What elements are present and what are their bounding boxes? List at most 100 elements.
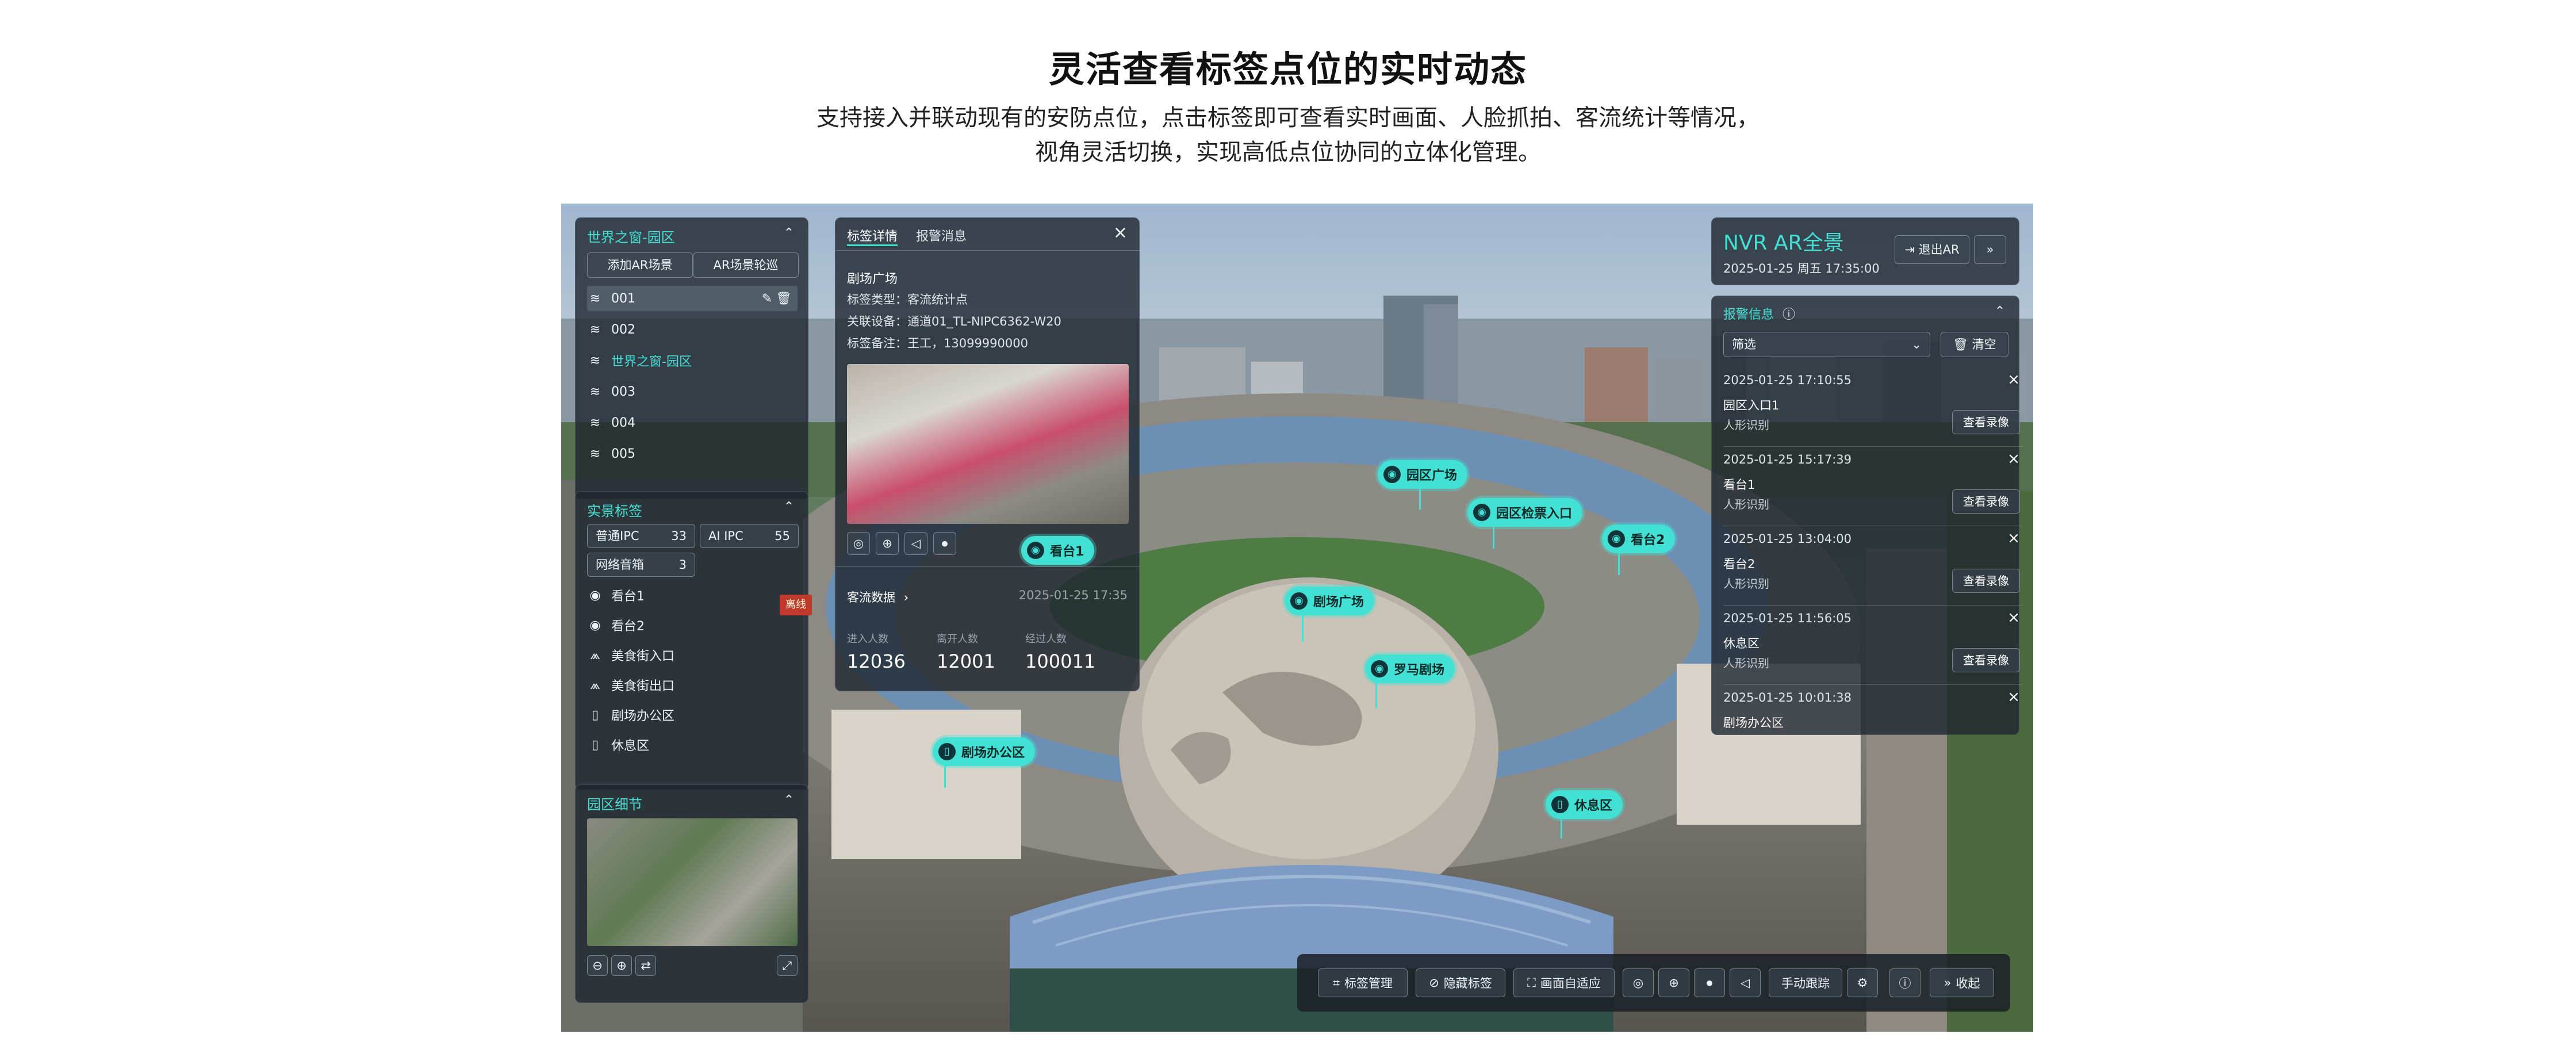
flow-data-title[interactable]: 客流数据 › [847,588,908,606]
alarm-time: 2025-01-25 17:10:55 [1723,373,1852,387]
location-pin-icon: ◉ [1027,542,1044,559]
view-recording-button[interactable]: 查看录像 [1952,569,2020,593]
zoom-out-icon[interactable]: ⊖ [587,955,608,976]
location-pin-icon: ◉ [589,618,601,633]
alarm-item[interactable]: 2025-01-25 13:04:00 看台2 人形识别 × 查看录像 [1723,526,2022,606]
add-ar-scene-button[interactable]: 添加AR场景 [587,252,693,278]
marker-yuanqu-jianpiao[interactable]: ◉ 园区检票入口 [1467,498,1583,527]
volume-button[interactable]: ◁ [1730,968,1761,997]
hide-tags-button[interactable]: ⊘ 隐藏标签 [1416,968,1505,997]
tag-item[interactable]: ▯ 休息区 [587,732,649,757]
zoom-in-icon[interactable]: ⊕ [611,955,632,976]
alarm-item[interactable]: 2025-01-25 11:56:05 休息区 人形识别 × 查看录像 [1723,606,2022,685]
stat-normal-ipc[interactable]: 普通IPC 33 [587,524,695,548]
swap-icon[interactable]: ⇄ [635,955,656,976]
gear-icon: ⚙ [1857,976,1868,990]
scene-item[interactable]: ≋ 005 [587,441,635,466]
tag-item[interactable]: ⩕ 美食街出口 [587,672,674,698]
marker-yuanqu-guangchang[interactable]: ◉ 园区广场 [1378,460,1468,489]
scene-item[interactable]: ≋ 003 [587,379,635,404]
close-icon[interactable]: × [1113,223,1128,243]
exit-ar-button[interactable]: ⇥ 退出AR [1895,235,1969,264]
scene-item[interactable]: ≋ 001 ✎ 🗑 [587,286,798,311]
chevron-up-icon[interactable]: ⌃ [781,226,796,241]
view-recording-button[interactable]: 查看录像 [1952,489,2020,514]
chevron-up-icon[interactable]: ⌃ [781,793,796,808]
clear-button[interactable]: 🗑 清空 [1941,332,2008,357]
ar-panorama-view[interactable]: 世界之窗-园区 ⌃ 添加AR场景 AR场景轮巡 ≋ 001 ✎ 🗑 ≋ 002 … [561,204,2033,1032]
marker-kantai2[interactable]: ◉ 看台2 [1602,524,1676,553]
edit-icon[interactable]: ✎ [762,292,772,306]
close-icon[interactable]: × [2007,450,2020,468]
snapshot-icon[interactable]: ◎ [847,532,870,555]
volume-icon[interactable]: ◁ [904,532,927,555]
close-icon[interactable]: × [2007,371,2020,388]
fullscreen-icon[interactable]: ⤢ [777,955,798,976]
zoom-icon[interactable]: ⊕ [876,532,899,555]
scene-item[interactable]: ≋ 004 [587,410,635,435]
marker-label: 园区检票入口 [1496,507,1573,521]
metric-value: 100011 [1025,650,1096,672]
chevron-up-icon[interactable]: ⌃ [781,500,796,515]
snapshot-button[interactable]: ◎ [1623,968,1654,997]
live-camera-view[interactable] [847,364,1129,524]
alarm-name: 剧场办公区 [1723,716,1784,730]
tag-manage-button[interactable]: ⌗ 标签管理 [1318,968,1408,997]
chevron-up-icon[interactable]: ⌃ [1992,304,2007,319]
tag-item[interactable]: ◉ 看台1 [587,583,645,608]
tag-item[interactable]: ⩕ 美食街入口 [587,642,674,668]
stat-network-speaker[interactable]: 网络音箱 3 [587,553,695,577]
fit-screen-label: 画面自适应 [1540,977,1601,990]
filter-select[interactable]: 筛选 ⌄ [1723,332,1930,357]
collapse-button[interactable]: » 收起 [1930,968,1994,997]
chevron-down-icon: ⌄ [1911,338,1922,351]
manual-track-button[interactable]: 手动跟踪 [1769,968,1842,997]
marker-kantai1[interactable]: ◉ 看台1 [1021,536,1095,565]
expand-icon[interactable]: » [1974,235,2006,264]
alarm-item[interactable]: 2025-01-25 15:17:39 看台1 人形识别 × 查看录像 [1723,447,2022,526]
microphone-button[interactable]: ⏺ [1694,968,1725,997]
microphone-icon[interactable]: ⏺ [933,532,956,555]
fit-screen-button[interactable]: ⛶ 画面自适应 [1513,968,1615,997]
stat-ai-ipc[interactable]: AI IPC 55 [700,524,799,548]
close-icon[interactable]: × [2007,530,2020,547]
marker-label: 剧场办公区 [961,746,1025,760]
scene-item[interactable]: ≋ 002 [587,317,635,342]
alarm-item[interactable]: 2025-01-25 10:01:38 剧场办公区 × [1723,685,2022,736]
info-button[interactable]: ⓘ [1889,968,1920,997]
zoom-button[interactable]: ⊕ [1658,968,1689,997]
real-scene-tags-panel: 实景标签 ⌃ 普通IPC 33 AI IPC 55 网络音箱 3 ◉ 看台1 ◉… [575,491,808,790]
close-icon[interactable]: × [2007,688,2020,706]
flow-time: 2025-01-25 17:35 [1018,588,1128,602]
tab-underline [847,244,898,246]
filter-label: 筛选 [1732,338,1756,351]
delete-icon[interactable]: 🗑 [776,292,792,306]
tag-item[interactable]: ▯ 剧场办公区 [587,702,674,727]
ar-scene-tour-button[interactable]: AR场景轮巡 [693,252,799,278]
park-detail-video[interactable] [587,818,798,946]
speaker-icon: ▯ [591,737,599,752]
tag-item[interactable]: ◉ 看台2 [587,612,645,638]
help-icon[interactable]: ⓘ [1782,308,1795,322]
layers-icon: ≋ [589,353,601,368]
speaker-icon: ▯ [591,707,599,722]
alarm-item[interactable]: 2025-01-25 17:10:55 园区入口1 人形识别 × 查看录像 [1723,367,2022,447]
close-icon[interactable]: × [2007,609,2020,626]
marker-stem [1618,552,1620,575]
scene-item-active[interactable]: ≋ 世界之窗-园区 [587,348,692,373]
settings-button[interactable]: ⚙ [1847,968,1878,997]
tab-alarm-message[interactable]: 报警消息 [916,226,967,244]
layers-icon: ≋ [589,322,601,337]
nvr-datetime: 2025-01-25 周五 17:35:00 [1723,262,1880,275]
metric-label: 经过人数 [1025,633,1067,645]
view-recording-button[interactable]: 查看录像 [1952,410,2020,434]
marker-xiuxi[interactable]: ▯ 休息区 [1546,790,1623,819]
clear-label: 清空 [1972,338,1996,351]
marker-juchang-bangong[interactable]: ▯ 剧场办公区 [933,737,1036,766]
exit-icon: ⇥ [1904,243,1915,256]
scene-item-label: 005 [611,446,635,461]
view-recording-button[interactable]: 查看录像 [1952,648,2020,672]
tab-tag-detail[interactable]: 标签详情 [847,226,898,244]
marker-luoma-juchang[interactable]: ◉ 罗马剧场 [1365,654,1455,683]
marker-juchang-guangchang[interactable]: ◉ 剧场广场 [1285,587,1375,615]
